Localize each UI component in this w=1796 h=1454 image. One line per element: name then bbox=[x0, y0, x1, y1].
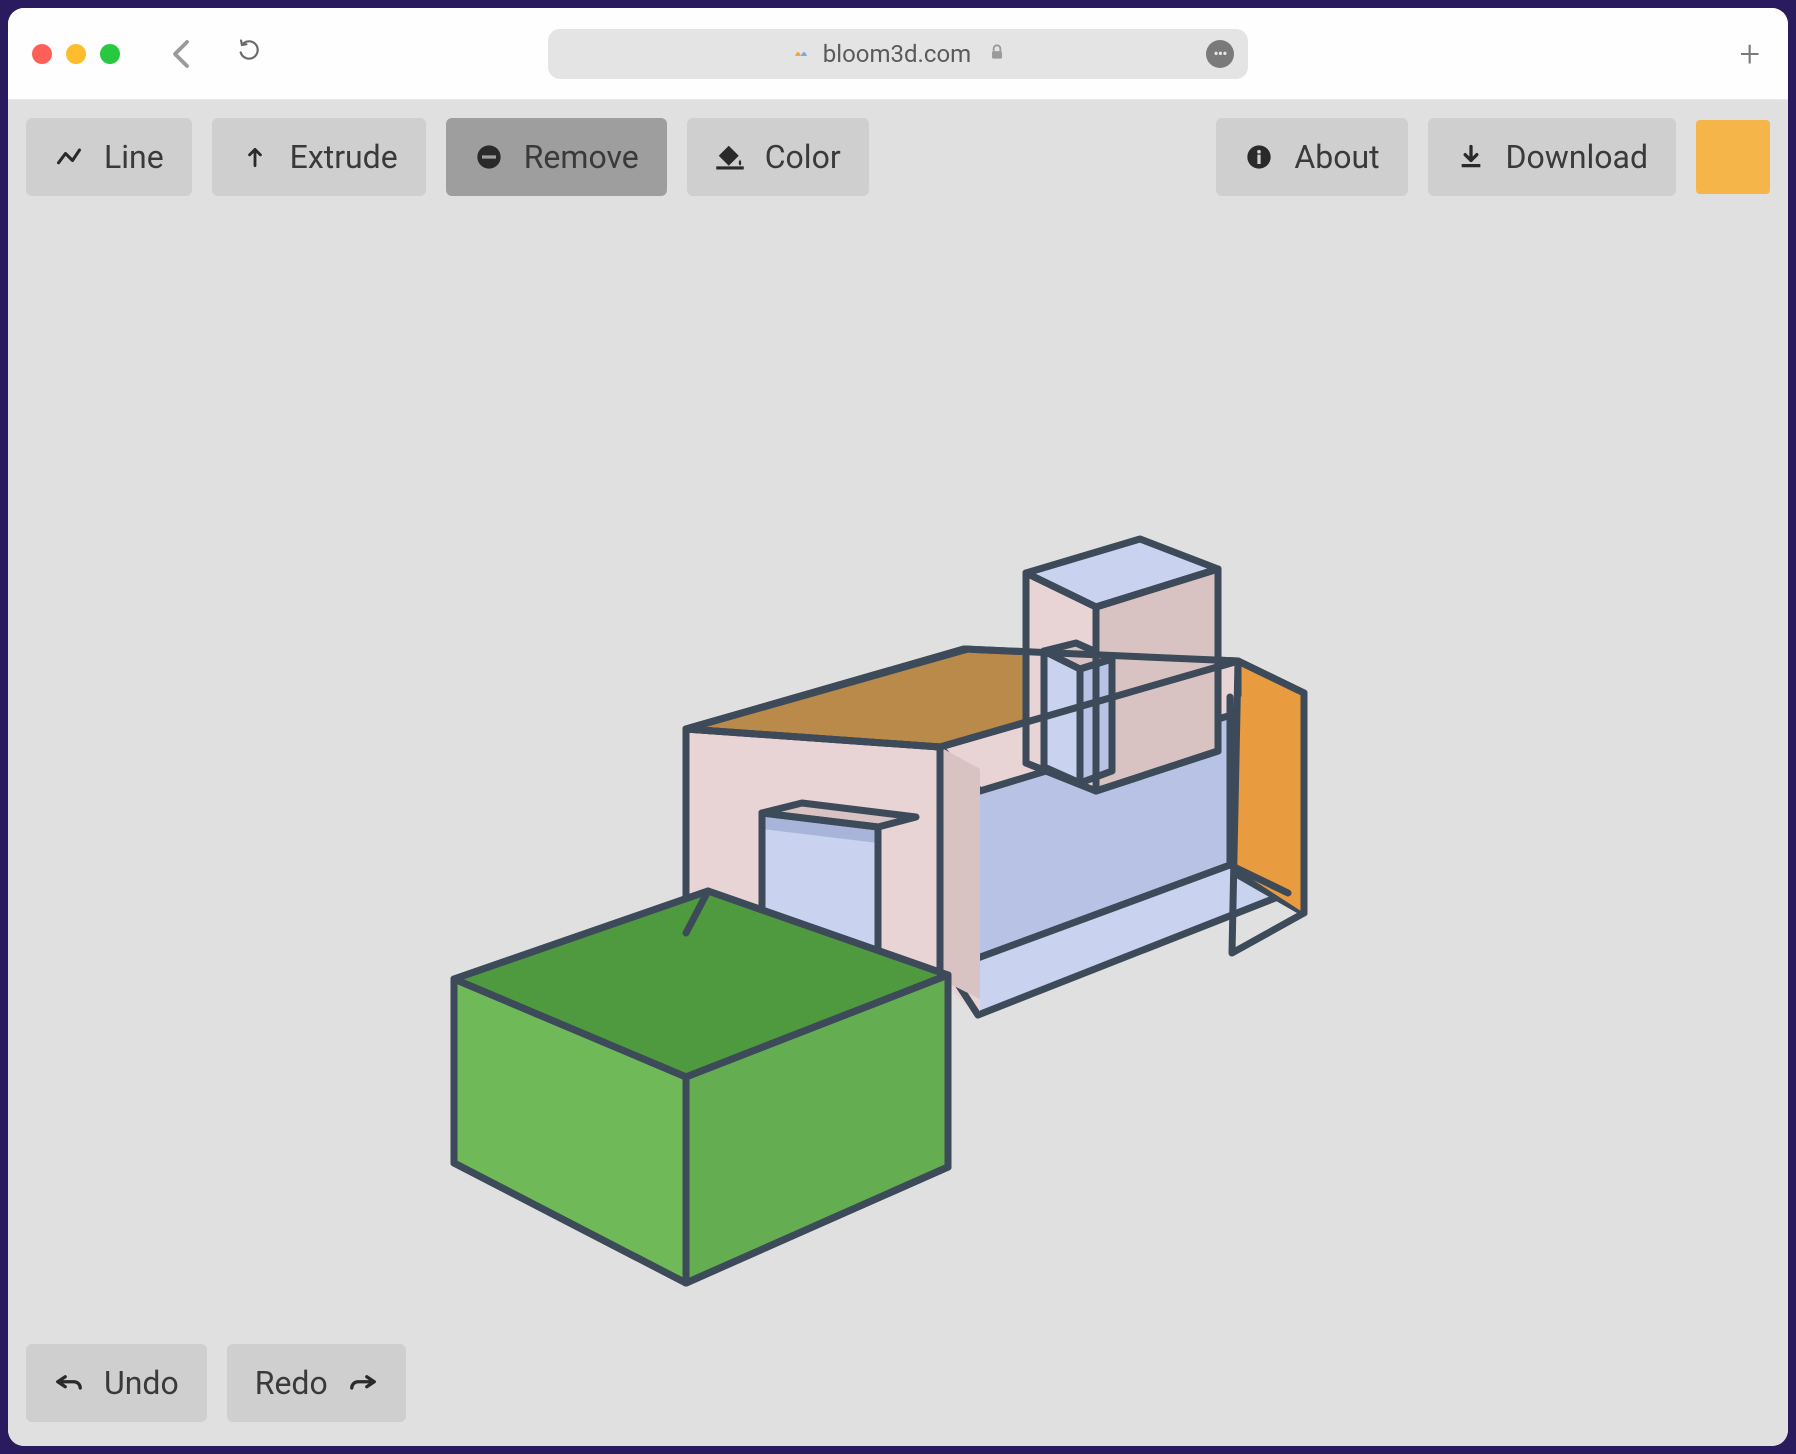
tool-label: Remove bbox=[524, 138, 639, 176]
url-text: bloom3d.com bbox=[823, 40, 971, 68]
arrow-up-icon bbox=[240, 142, 270, 172]
3d-canvas bbox=[8, 100, 1788, 1446]
redo-icon bbox=[348, 1368, 378, 1398]
traffic-lights bbox=[32, 44, 120, 64]
close-window-button[interactable] bbox=[32, 44, 52, 64]
line-tool-button[interactable]: Line bbox=[26, 118, 192, 196]
tool-label: Color bbox=[765, 138, 841, 176]
top-toolbar: Line Extrude Remove Color bbox=[26, 118, 1770, 196]
about-button[interactable]: About bbox=[1216, 118, 1407, 196]
url-bar[interactable]: bloom3d.com ••• bbox=[548, 29, 1248, 79]
new-tab-button[interactable]: + bbox=[1740, 33, 1760, 75]
button-label: Undo bbox=[104, 1364, 179, 1402]
remove-tool-button[interactable]: Remove bbox=[446, 118, 667, 196]
lock-icon bbox=[987, 40, 1007, 68]
minimize-window-button[interactable] bbox=[66, 44, 86, 64]
paint-bucket-icon bbox=[715, 142, 745, 172]
tool-label: Line bbox=[104, 138, 164, 176]
download-icon bbox=[1456, 142, 1486, 172]
site-favicon bbox=[789, 42, 813, 66]
reload-button[interactable] bbox=[236, 37, 262, 70]
back-button[interactable] bbox=[170, 39, 192, 69]
remove-icon bbox=[474, 142, 504, 172]
button-label: About bbox=[1294, 138, 1379, 176]
undo-button[interactable]: Undo bbox=[26, 1344, 207, 1422]
redo-button[interactable]: Redo bbox=[227, 1344, 406, 1422]
tool-label: Extrude bbox=[290, 138, 398, 176]
undo-icon bbox=[54, 1368, 84, 1398]
color-tool-button[interactable]: Color bbox=[687, 118, 869, 196]
browser-titlebar: bloom3d.com ••• + bbox=[8, 8, 1788, 100]
line-icon bbox=[54, 142, 84, 172]
bottom-toolbar: Undo Redo bbox=[26, 1344, 406, 1422]
browser-window: bloom3d.com ••• + Line Extrude bbox=[8, 8, 1788, 1446]
info-icon bbox=[1244, 142, 1274, 172]
download-button[interactable]: Download bbox=[1428, 118, 1676, 196]
app-viewport[interactable]: Line Extrude Remove Color bbox=[8, 100, 1788, 1446]
button-label: Redo bbox=[255, 1364, 328, 1402]
current-color-swatch[interactable] bbox=[1696, 120, 1770, 194]
extrude-tool-button[interactable]: Extrude bbox=[212, 118, 426, 196]
maximize-window-button[interactable] bbox=[100, 44, 120, 64]
more-icon[interactable]: ••• bbox=[1206, 40, 1234, 68]
button-label: Download bbox=[1506, 138, 1648, 176]
